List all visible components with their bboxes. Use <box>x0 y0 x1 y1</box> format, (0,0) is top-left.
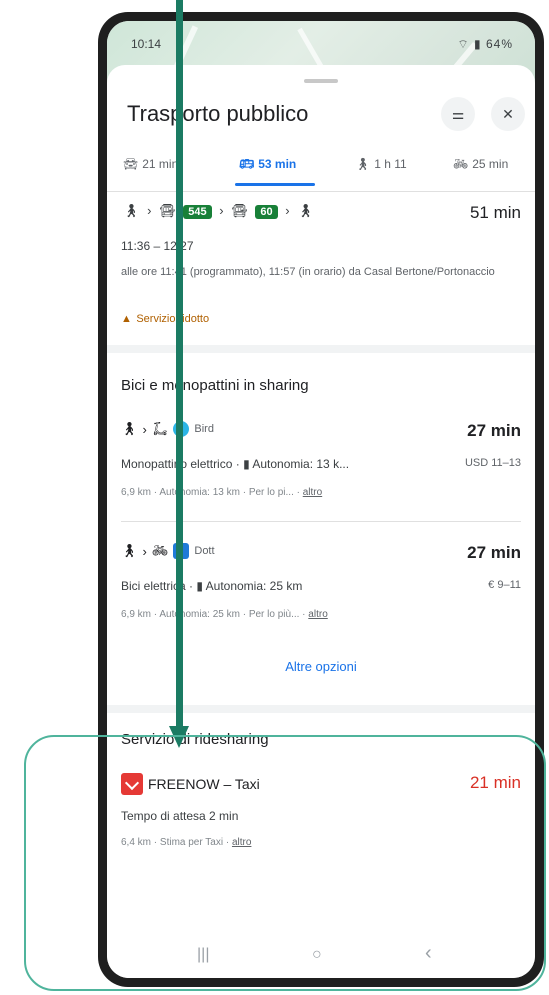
active-tab-indicator <box>235 183 315 186</box>
more-link[interactable]: altro <box>308 609 327 620</box>
tab-walk[interactable]: 🚶︎ 1 h 11 <box>355 157 407 191</box>
chevron-right-icon: › <box>219 203 224 218</box>
annotation-highlight-box <box>24 735 546 991</box>
tab-bike[interactable]: 🚲︎ 25 min <box>453 157 508 191</box>
chevron-right-icon: › <box>142 421 147 437</box>
option-details: 6,9 km · Autonomia: 13 km · Per lo pi...… <box>121 487 322 498</box>
option-duration: 27 min <box>467 543 521 562</box>
close-button[interactable]: ✕ <box>491 97 525 131</box>
tune-icon: ⚌ <box>451 105 465 122</box>
warning-text: Servizio ridotto <box>136 313 210 325</box>
section-divider <box>107 345 535 353</box>
walk-icon: 🚶︎ <box>123 203 140 218</box>
bus-icon: 🚌︎ <box>239 157 255 171</box>
route-duration: 51 min <box>469 203 521 222</box>
tab-car-label: 21 min <box>142 157 179 171</box>
option-price: USD 11–13 <box>464 457 521 469</box>
walk-icon: 🚶︎ <box>121 421 138 436</box>
car-icon: 🚘︎ <box>123 157 139 171</box>
filter-button[interactable]: ⚌ <box>441 97 475 131</box>
walk-icon: 🚶︎ <box>121 543 138 558</box>
battery-text: 64% <box>485 37 513 51</box>
status-time: 10:14 <box>131 37 162 51</box>
scooter-icon: 🛴︎ <box>151 421 169 436</box>
line-chip: 60 <box>255 205 278 219</box>
brand-name: Dott <box>194 545 215 557</box>
battery-icon: ▮ <box>243 457 250 471</box>
option-duration: 27 min <box>467 421 521 440</box>
line-chip: 545 <box>183 205 212 219</box>
bike-icon: 🚲︎ <box>453 157 469 171</box>
bus-icon: 🚍︎ <box>159 203 176 218</box>
sharing-section-title: Bici e monopattini in sharing <box>121 377 309 394</box>
bus-icon: 🚍︎ <box>231 203 248 218</box>
chevron-right-icon: › <box>285 203 290 218</box>
vehicle-range: Autonomia: 13 k... <box>252 457 350 471</box>
page-title: Trasporto pubblico <box>127 101 309 126</box>
travel-mode-tabs: 🚘︎ 21 min 🚌︎ 53 min 🚶︎ 1 h 11 🚲︎ 25 min <box>107 157 535 191</box>
details-text: 6,9 km · Autonomia: 25 km · Per lo più..… <box>121 609 309 620</box>
tab-bike-label: 25 min <box>472 157 509 171</box>
signal-icon: ▮ <box>474 37 482 51</box>
more-link[interactable]: altro <box>303 487 322 498</box>
more-options-button[interactable]: Altre opzioni <box>107 659 535 674</box>
tabs-divider <box>107 191 535 192</box>
battery-icon: ▮ <box>196 579 203 593</box>
annotation-arrow-shaft <box>176 0 183 728</box>
tab-car[interactable]: 🚘︎ 21 min <box>123 157 178 191</box>
service-warning: ▲ Servizio ridotto <box>121 309 209 327</box>
section-divider <box>107 705 535 713</box>
tab-transit-label: 53 min <box>258 157 297 171</box>
bike-icon: 🚲︎ <box>151 543 169 558</box>
vehicle-range: Autonomia: 25 km <box>205 579 303 593</box>
vehicle-type: Bici elettrica · <box>121 579 197 593</box>
tab-walk-label: 1 h 11 <box>374 157 407 171</box>
warning-icon: ▲ <box>121 313 132 325</box>
sheet-drag-handle[interactable] <box>304 79 338 83</box>
walk-icon: 🚶︎ <box>297 203 314 218</box>
walk-icon: 🚶︎ <box>355 157 371 171</box>
option-price: € 9–11 <box>488 579 521 591</box>
details-text: 6,9 km · Autonomia: 13 km · Per lo pi...… <box>121 487 303 498</box>
close-icon: ✕ <box>502 105 514 122</box>
brand-name: Bird <box>194 423 214 435</box>
option-details: 6,9 km · Autonomia: 25 km · Per lo più..… <box>121 609 328 620</box>
chevron-right-icon: › <box>147 203 152 218</box>
status-bar: 10:14 ⌔ ▮ 64% <box>107 21 535 65</box>
wifi-icon: ⌔ <box>457 37 470 51</box>
chevron-right-icon: › <box>142 543 147 559</box>
status-icons: ⌔ ▮ 64% <box>457 37 513 52</box>
